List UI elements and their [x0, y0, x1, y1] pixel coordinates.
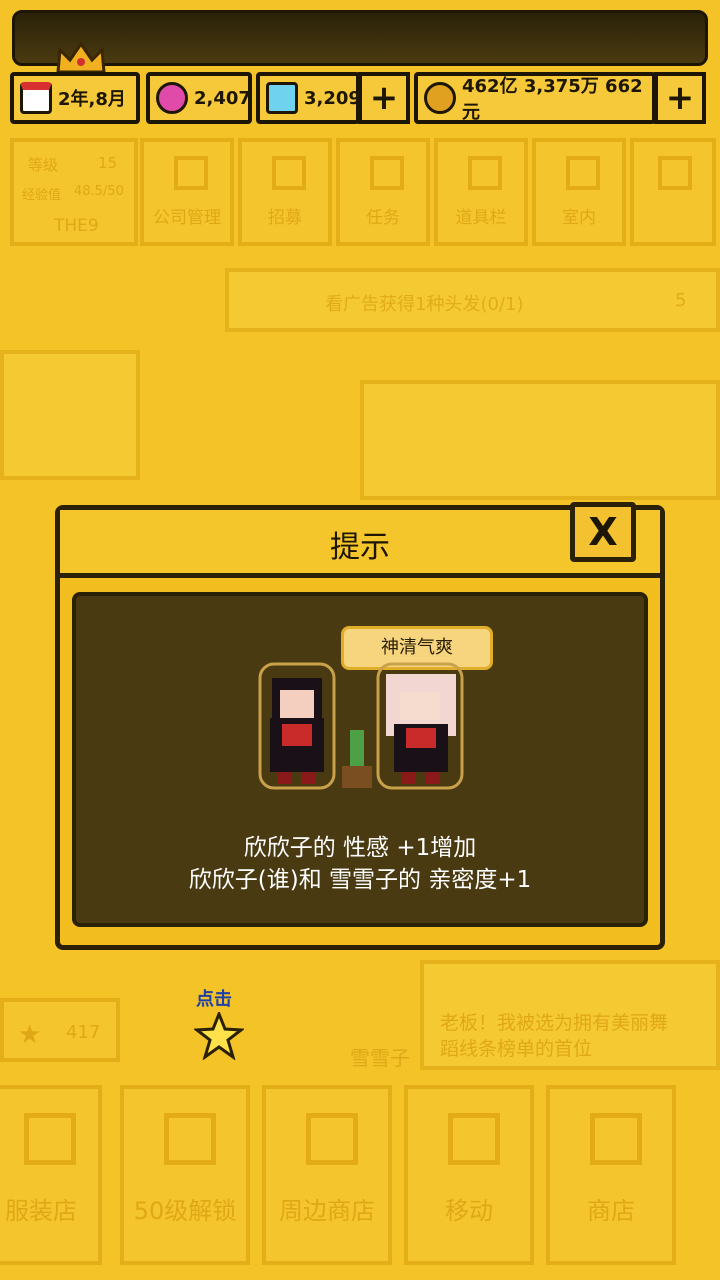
building-icon: [174, 156, 208, 190]
dialog-body: 神清气爽 欣欣子的 性感 +1增加 欣欣子(谁)和 雪雪子的 亲密度+1: [72, 592, 648, 927]
nav-merch-store[interactable]: 周边商店: [262, 1085, 392, 1265]
menu-mail[interactable]: [630, 138, 716, 246]
company-name: THE9: [54, 216, 99, 236]
money-value: 462亿 3,375万 662元: [462, 76, 643, 123]
money-counter: 462亿 3,375万 662元: [414, 72, 656, 124]
gem-counter: 2,407: [146, 72, 252, 124]
room-furniture: [360, 380, 720, 500]
close-button[interactable]: X: [570, 502, 636, 562]
diamond-icon: [266, 82, 298, 114]
star-counter: ★ 417: [0, 998, 120, 1062]
gem-value: 2,407: [194, 87, 251, 109]
resource-bar: 2年,8月 2,407 3,209 + 462亿 3,375万 662元 +: [10, 72, 714, 126]
crown-icon: [56, 42, 106, 74]
level-panel: 等级 15 经验值 48.5/50 THE9: [10, 138, 138, 246]
top-banner: [12, 10, 708, 66]
mail-icon: [658, 156, 692, 190]
nav-shop[interactable]: 商店: [546, 1085, 676, 1265]
npc-speech: 老板！我被选为拥有美丽舞蹈线条榜单的首位: [440, 1012, 669, 1060]
level-value: 15: [98, 154, 118, 172]
exp-label: 经验值: [22, 188, 62, 203]
menu-company-management[interactable]: 公司管理: [140, 138, 234, 246]
paint-roller-icon: [566, 156, 600, 190]
scroll-icon: [370, 156, 404, 190]
exp-value: 48.5/50: [74, 184, 124, 199]
dialog-message: 欣欣子的 性感 +1增加 欣欣子(谁)和 雪雪子的 亲密度+1: [76, 832, 644, 896]
bottom-nav: 服装店 50级解锁 周边商店 移动 商店: [0, 1085, 720, 1280]
ad-reward-text: 看广告获得1种头发(0/1): [325, 294, 524, 315]
menu-tasks[interactable]: 任务: [336, 138, 430, 246]
nav-locked-lv50[interactable]: 50级解锁: [120, 1085, 250, 1265]
characters-image: [258, 662, 464, 790]
shop-icon: [590, 1113, 642, 1165]
level-label: 等级: [28, 156, 59, 174]
npc-name: 雪雪子: [350, 1046, 410, 1070]
menu-interior[interactable]: 室内: [532, 138, 626, 246]
click-hint-label: 点击: [196, 989, 232, 1010]
date-display: 2年,8月: [10, 72, 140, 124]
bag-icon: [468, 156, 502, 190]
star-count: 417: [66, 1022, 101, 1043]
ad-reward-count: 5: [675, 290, 687, 311]
ad-reward-bar[interactable]: 看广告获得1种头发(0/1) 5: [225, 268, 720, 332]
truck-icon: [448, 1113, 500, 1165]
coin-icon: [424, 82, 456, 114]
add-money-button[interactable]: +: [654, 72, 706, 124]
shirt-icon: [24, 1113, 76, 1165]
add-diamond-button[interactable]: +: [358, 72, 410, 124]
diamond-value: 3,209: [304, 87, 361, 109]
megaphone-icon: [272, 156, 306, 190]
date-value: 2年,8月: [58, 89, 126, 110]
nav-clothing-store[interactable]: 服装店: [0, 1085, 102, 1265]
calendar-icon: [20, 82, 52, 114]
message-line-2: 欣欣子(谁)和 雪雪子的 亲密度+1: [188, 867, 532, 893]
diamond-counter: 3,209: [256, 72, 361, 124]
lock-icon: [164, 1113, 216, 1165]
star-hint-icon[interactable]: [194, 1012, 244, 1060]
room-wall: [0, 350, 140, 480]
notice-dialog: 提示 X 神清气爽 欣欣子的 性感 +1增加 欣欣子(谁)和 雪雪子的 亲密度+…: [55, 502, 665, 950]
star-icon: ★: [18, 1020, 42, 1050]
message-line-1: 欣欣子的 性感 +1增加: [243, 835, 477, 861]
nav-move[interactable]: 移动: [404, 1085, 534, 1265]
menu-recruit[interactable]: 招募: [238, 138, 332, 246]
pink-gem-icon: [156, 82, 188, 114]
register-icon: [306, 1113, 358, 1165]
menu-inventory[interactable]: 道具栏: [434, 138, 528, 246]
